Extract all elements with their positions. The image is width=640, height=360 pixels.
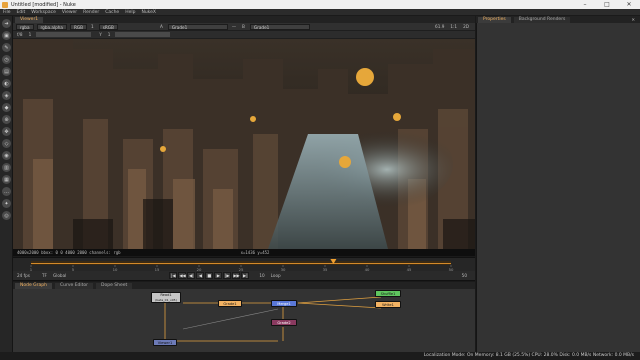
last-frame-icon[interactable]: ▶| xyxy=(241,272,250,279)
keyer-icon[interactable]: ◆ xyxy=(2,103,11,112)
status-bar: Localization Mode: On Memory: 8.1 GB (25… xyxy=(0,352,640,360)
gamma-label: Y xyxy=(99,31,102,37)
menu-edit[interactable]: Edit xyxy=(14,9,29,16)
compare-wipe-icon[interactable]: — xyxy=(230,24,238,30)
coord-info: x=1436 y=452 xyxy=(240,250,270,255)
properties-tab-bar: Properties Background Renders ✕ xyxy=(476,16,640,23)
alpha-channel-dropdown[interactable]: rgba.alpha xyxy=(36,23,68,30)
menu-bar: File Edit Workspace Viewer Render Cache … xyxy=(0,9,640,16)
maximize-button[interactable]: □ xyxy=(596,0,618,9)
other-icon[interactable]: … xyxy=(2,187,11,196)
global-dropdown[interactable]: Global xyxy=(51,273,68,279)
gamma-value[interactable]: 1 xyxy=(106,32,113,38)
nuke-app-icon xyxy=(2,1,8,8)
node-connections xyxy=(164,296,382,342)
first-frame-icon[interactable]: |◀ xyxy=(169,272,178,279)
minimize-button[interactable]: – xyxy=(574,0,596,9)
step-field[interactable]: 10 xyxy=(257,273,266,279)
viewer-tab-bar: Viewer1 xyxy=(13,16,475,23)
views-icon[interactable]: ◉ xyxy=(2,151,11,160)
node-graph-tab-bar: Node Graph Curve Editor Dope Sheet xyxy=(13,282,475,289)
color-icon[interactable]: ◐ xyxy=(2,79,11,88)
timeline[interactable]: 1 5 10 15 20 25 30 35 40 45 50 xyxy=(13,257,475,272)
transport-controls: |◀ ◀◀ ◀| ◀ ■ ▶ |▶ ▶▶ ▶| xyxy=(168,272,250,279)
close-panel-icon[interactable]: ✕ xyxy=(629,17,637,23)
fast-forward-icon[interactable]: ▶▶ xyxy=(232,272,241,279)
close-button[interactable]: ✕ xyxy=(618,0,640,9)
furnace-icon[interactable]: ✦ xyxy=(2,199,11,208)
menu-workspace[interactable]: Workspace xyxy=(28,9,59,16)
node-write1[interactable]: Write1 xyxy=(375,301,401,308)
window-title: Untitled [modified] - Nuke xyxy=(11,1,76,8)
viewer-info-bar: 4000x2000 bbox: 0 0 4000 2000 channels: … xyxy=(13,249,475,256)
node-viewer1[interactable]: Viewer1 xyxy=(153,339,177,346)
gain-slider[interactable] xyxy=(36,32,92,37)
timeline-ruler: 1 5 10 15 20 25 30 35 40 45 50 xyxy=(30,259,454,272)
ocula-icon[interactable]: ◎ xyxy=(2,211,11,220)
channels-dropdown[interactable]: rgba xyxy=(16,23,34,30)
a-input-label: A xyxy=(159,23,163,29)
transform-icon[interactable]: ✥ xyxy=(2,127,11,136)
format-info: 4000x2000 bbox: 0 0 4000 2000 channels: … xyxy=(17,250,121,255)
city-render-image xyxy=(13,39,475,249)
stop-icon[interactable]: ■ xyxy=(205,272,214,279)
playback-bar: 24 fps TF Global |◀ ◀◀ ◀| ◀ ■ ▶ |▶ ▶▶ ▶|… xyxy=(13,271,475,281)
node-graph[interactable]: Read1 (beta_01_v05) Grade1 Merge1 Grade2… xyxy=(13,289,475,352)
mode-toggle[interactable]: 2D xyxy=(461,24,471,30)
b-input-dropdown[interactable]: Grade1 xyxy=(249,23,310,30)
node-toolbar: ➜ ▣ ✎ ◷ ▤ ◐ ◈ ◆ ⊕ ✥ ◇ ◉ ▥ ▦ … ✦ ◎ xyxy=(0,16,13,360)
a-input-dropdown[interactable]: Grade1 xyxy=(167,23,228,30)
b-input-label: B xyxy=(242,23,245,29)
status-text: Localization Mode: On Memory: 8.1 GB (25… xyxy=(423,353,634,358)
gamma-slider[interactable] xyxy=(115,32,171,37)
viewer-controls-bottom: f/8 1 Y 1 xyxy=(13,31,475,39)
image-icon[interactable]: ▣ xyxy=(2,31,11,40)
node-shuffle1[interactable]: Shuffle1 xyxy=(375,290,401,297)
gain-value[interactable]: 1 xyxy=(27,32,34,38)
menu-render[interactable]: Render xyxy=(80,9,102,16)
node-merge1[interactable]: Merge1 xyxy=(271,300,297,307)
colorspace-dropdown[interactable]: RGB xyxy=(70,23,88,30)
menu-nukex[interactable]: NukeX xyxy=(138,9,159,16)
time-icon[interactable]: ◷ xyxy=(2,55,11,64)
viewer-image[interactable] xyxy=(13,39,475,249)
viewer-controls-top: rgba rgba.alpha RGB 1 sRGB A Grade1 — B … xyxy=(13,23,475,31)
menu-file[interactable]: File xyxy=(0,9,14,16)
play-back-icon[interactable]: ◀ xyxy=(196,272,205,279)
zoom-field[interactable]: 61.9 xyxy=(433,24,446,30)
loop-toggle[interactable]: Loop xyxy=(269,273,283,279)
properties-panel[interactable] xyxy=(476,23,640,352)
3d-icon[interactable]: ◇ xyxy=(2,139,11,148)
filter-icon[interactable]: ◈ xyxy=(2,91,11,100)
end-frame-field[interactable]: 50 xyxy=(460,273,469,279)
ratio-field[interactable]: 1:1 xyxy=(448,24,459,30)
node-grade1[interactable]: Grade1 xyxy=(218,300,242,307)
next-key-icon[interactable]: |▶ xyxy=(223,272,232,279)
metadata-icon[interactable]: ▥ xyxy=(2,163,11,172)
prev-key-icon[interactable]: ◀| xyxy=(187,272,196,279)
display-lut-dropdown[interactable]: sRGB xyxy=(98,23,118,30)
gain-label: f/8 xyxy=(17,31,23,37)
node-grade2[interactable]: Grade2 xyxy=(271,319,297,326)
arrow-icon[interactable]: ➜ xyxy=(2,19,11,28)
fps-field[interactable]: 24 fps xyxy=(15,273,32,279)
menu-cache[interactable]: Cache xyxy=(102,9,122,16)
menu-viewer[interactable]: Viewer xyxy=(59,9,80,16)
menu-help[interactable]: Help xyxy=(122,9,138,16)
frame-field[interactable]: 1 xyxy=(89,24,96,30)
channel-icon[interactable]: ▤ xyxy=(2,67,11,76)
toolsets-icon[interactable]: ▦ xyxy=(2,175,11,184)
play-icon[interactable]: ▶ xyxy=(214,272,223,279)
rewind-icon[interactable]: ◀◀ xyxy=(178,272,187,279)
draw-icon[interactable]: ✎ xyxy=(2,43,11,52)
node-read1[interactable]: Read1 (beta_01_v05) xyxy=(151,292,181,303)
tf-dropdown[interactable]: TF xyxy=(40,273,49,279)
merge-icon[interactable]: ⊕ xyxy=(2,115,11,124)
